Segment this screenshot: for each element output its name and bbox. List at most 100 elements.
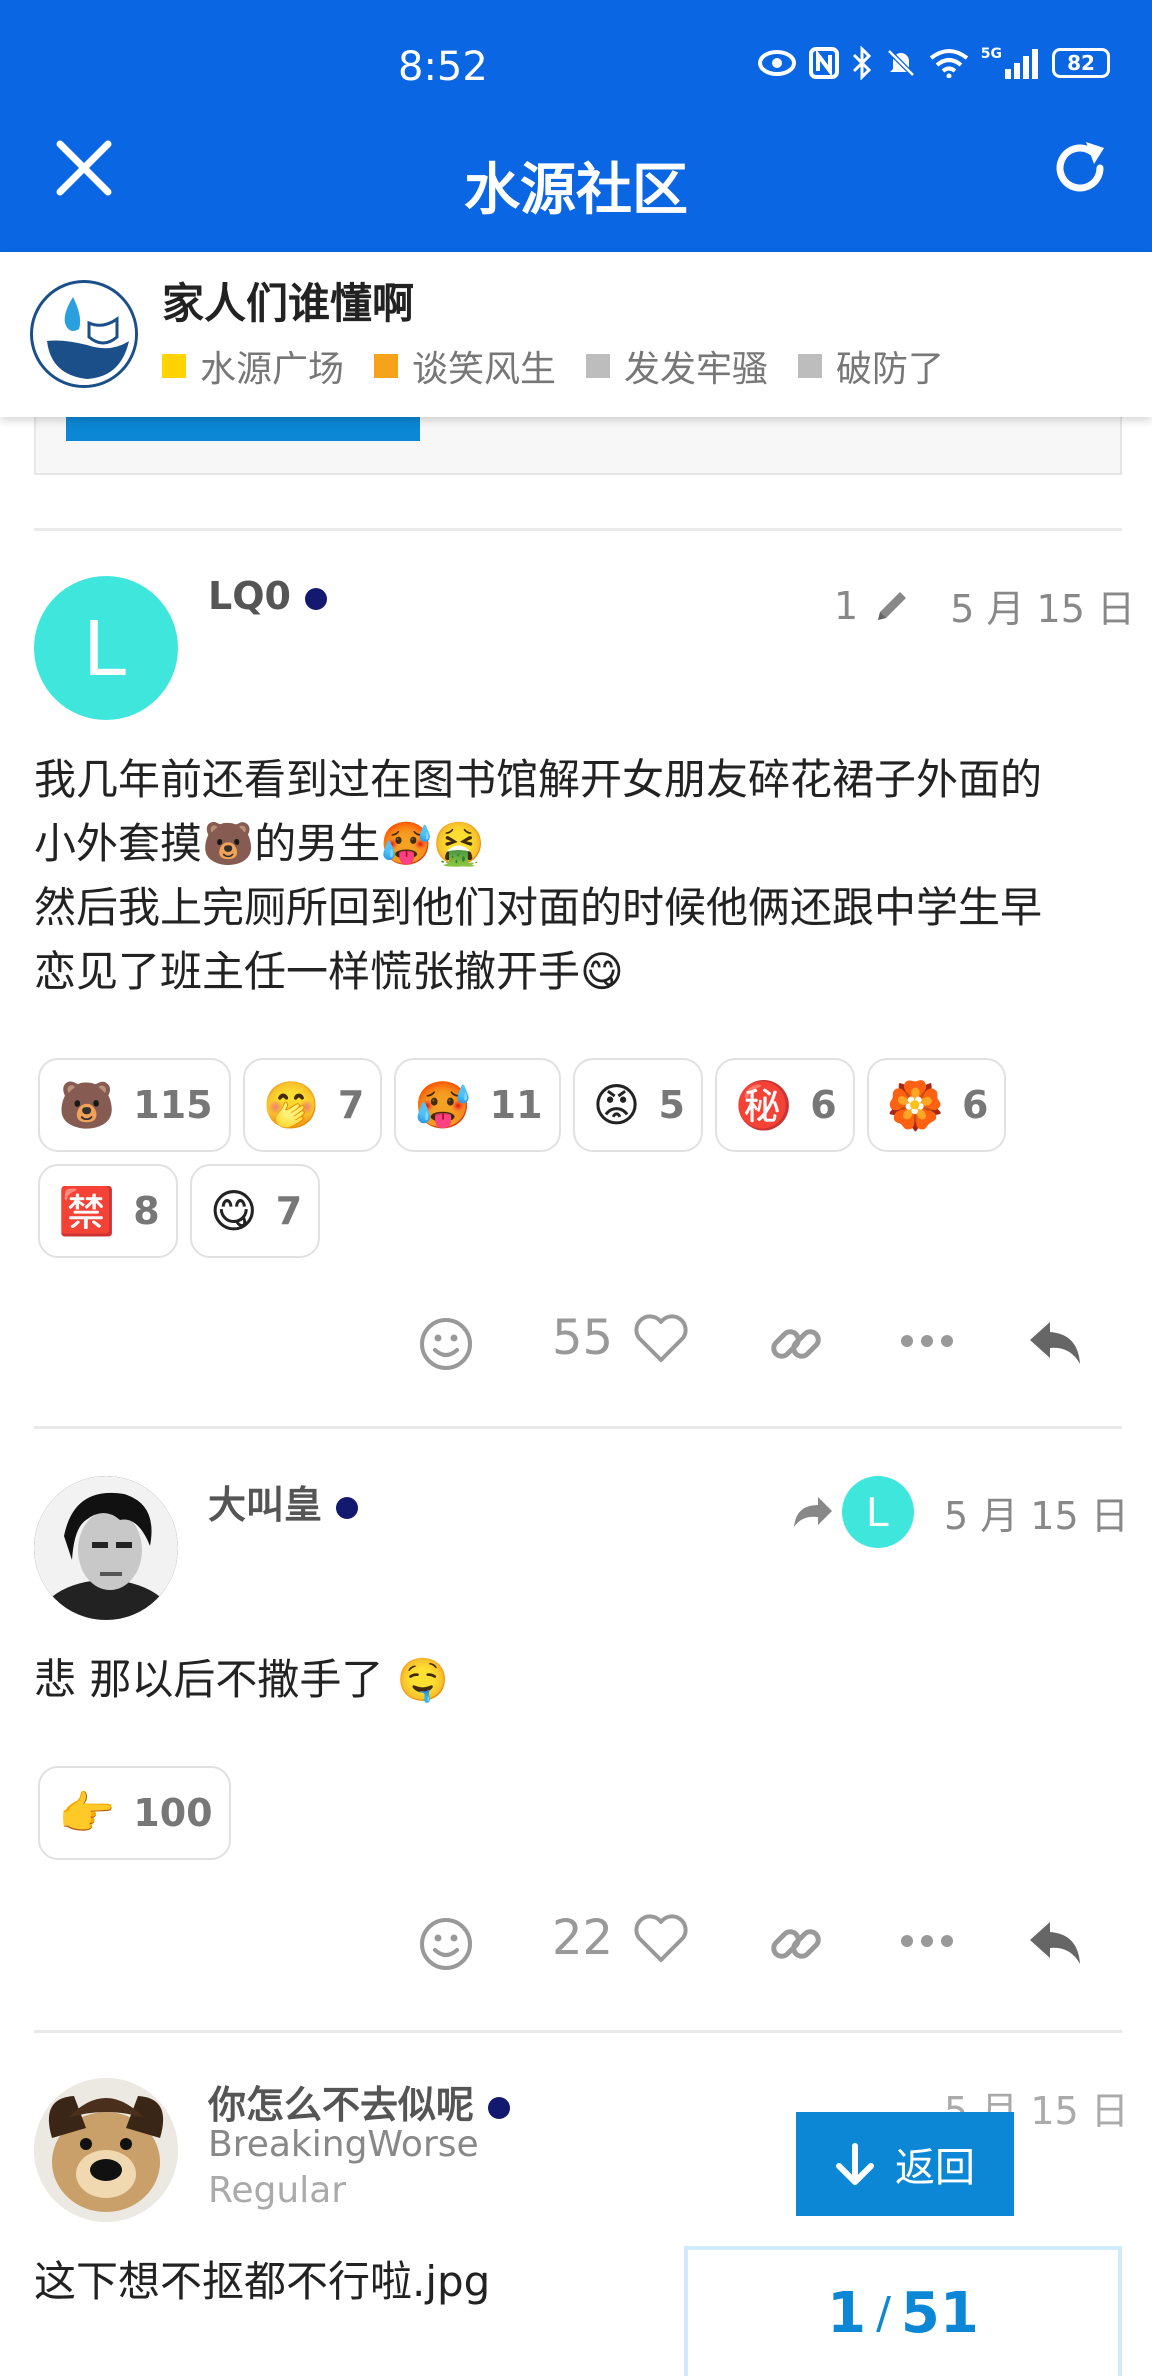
- reply-arrow-icon: [1030, 1922, 1080, 1964]
- pointing-hand-emoji-icon: 👉: [58, 1785, 116, 1840]
- like-button[interactable]: 55: [552, 1310, 689, 1366]
- pager-separator: /: [876, 2287, 891, 2339]
- post-body: 这下想不抠都不行啦.jpg: [34, 2250, 490, 2314]
- post-username[interactable]: 你怎么不去似呢: [208, 2074, 511, 2129]
- arrow-down-icon: [836, 2143, 874, 2185]
- avatar[interactable]: L: [34, 576, 178, 720]
- more-options-button[interactable]: [900, 1934, 954, 1948]
- reply-button[interactable]: [1026, 1318, 1084, 1368]
- refresh-icon: [1056, 142, 1104, 192]
- post-actions: 22: [0, 1908, 1152, 1988]
- reaction-button[interactable]: 🏵️ 6: [866, 1058, 1007, 1152]
- status-icons: 5G 82: [757, 46, 1110, 80]
- post-username[interactable]: LQ0: [208, 574, 327, 618]
- reaction-button[interactable]: 🤭 7: [242, 1058, 383, 1152]
- signal-icon: [1005, 49, 1038, 79]
- reaction-count: 5: [658, 1083, 685, 1127]
- username-text: LQ0: [208, 574, 291, 618]
- reply-to-arrow-icon[interactable]: [792, 1495, 834, 1529]
- like-count: 22: [552, 1910, 614, 1966]
- reply-arrow-icon: [1030, 1322, 1080, 1364]
- reaction-button[interactable]: 😡 5: [572, 1058, 703, 1152]
- ellipsis-icon: [901, 1935, 953, 1947]
- hand-over-mouth-emoji-icon: 🤭: [262, 1077, 320, 1132]
- app-title: 水源社区: [0, 130, 1152, 252]
- category-badge[interactable]: 破防了: [798, 340, 944, 392]
- post-divider: [34, 1426, 1122, 1429]
- like-count: 55: [552, 1310, 614, 1366]
- bluetooth-icon: [852, 46, 871, 80]
- eye-icon: [757, 50, 796, 76]
- reaction-count: 7: [275, 1189, 303, 1233]
- app-title-text: 水源社区: [464, 158, 688, 223]
- post-username[interactable]: 大叫皇: [208, 1474, 359, 1529]
- share-link-button[interactable]: [768, 1316, 824, 1372]
- post-text-line: 小外套摸🐻的男生🥵🤮: [34, 819, 485, 868]
- back-button[interactable]: 返回: [796, 2112, 1014, 2216]
- total-post-count: 51: [900, 2280, 979, 2346]
- post-meta: 1 5 月 15 日: [834, 578, 1135, 633]
- status-time: 8:52: [398, 44, 488, 90]
- mute-bell-icon: [886, 49, 915, 77]
- reaction-count: 6: [961, 1083, 989, 1127]
- reaction-count: 8: [133, 1189, 160, 1233]
- reaction-button[interactable]: 😋 7: [189, 1164, 321, 1258]
- username-text: 你怎么不去似呢: [208, 2083, 475, 2127]
- heart-icon: [634, 1314, 688, 1362]
- category-label: 发发牢骚: [624, 349, 769, 390]
- current-post-number: 1: [827, 2280, 867, 2346]
- username-text: 大叫皇: [208, 1483, 323, 1527]
- user-title: BreakingWorse: [208, 2124, 479, 2165]
- reply-button[interactable]: [1026, 1918, 1084, 1968]
- reaction-button[interactable]: 🥵 11: [394, 1058, 561, 1152]
- reaction-button[interactable]: 🐻 115: [38, 1058, 231, 1152]
- pencil-icon[interactable]: [872, 586, 912, 626]
- smiley-icon: [420, 1918, 472, 1970]
- water-drop-logo-icon: [35, 285, 135, 385]
- prohibited-emoji-icon: 🈲: [58, 1183, 116, 1238]
- reaction-button[interactable]: ㊙️ 6: [714, 1058, 855, 1152]
- more-options-button[interactable]: [900, 1334, 954, 1348]
- category-color-square: [586, 354, 611, 378]
- post-progress-indicator[interactable]: 1 / 51: [684, 2246, 1122, 2376]
- edit-count[interactable]: 1: [834, 584, 858, 628]
- category-color-square: [162, 354, 186, 378]
- yum-face-emoji-icon: 😋: [209, 1184, 258, 1238]
- avatar[interactable]: [34, 2078, 178, 2222]
- post-text-line: 这下想不抠都不行啦.jpg: [34, 2257, 491, 2306]
- like-button[interactable]: 22: [552, 1910, 689, 1966]
- reaction-count: 6: [810, 1083, 837, 1127]
- refresh-button[interactable]: [1040, 128, 1120, 208]
- post-text-line: 然后我上完厕所回到他们对面的时候他俩还跟中学生早: [34, 883, 1043, 932]
- add-reaction-button[interactable]: [418, 1316, 474, 1372]
- avatar-dog-photo-icon: [34, 2078, 178, 2222]
- reaction-count: 11: [489, 1083, 543, 1127]
- category-badge[interactable]: 发发牢骚: [586, 340, 768, 392]
- post-date[interactable]: 5 月 15 日: [950, 578, 1135, 633]
- angry-face-emoji-icon: 😡: [592, 1078, 641, 1132]
- online-status-dot: [304, 587, 327, 610]
- category-badge[interactable]: 谈笑风生: [374, 340, 556, 392]
- reaction-list: 🐻 115 🤭 7 🥵 11 😡 5 ㊙️ 6 🏵️ 6 🈲 8 😋 7: [38, 1058, 1108, 1258]
- battery-level: 82: [1067, 51, 1095, 75]
- post-meta: L 5 月 15 日: [792, 1476, 1129, 1548]
- status-bar: 8:52 5G 82: [0, 0, 1152, 130]
- reaction-list: 👉 100: [38, 1766, 1108, 1860]
- site-logo[interactable]: [30, 280, 138, 388]
- heart-icon: [634, 1914, 688, 1962]
- hot-face-emoji-icon: 🥵: [414, 1077, 472, 1132]
- share-link-button[interactable]: [768, 1916, 824, 1972]
- reaction-count: 7: [337, 1083, 365, 1127]
- category-badge[interactable]: 水源广场: [162, 340, 344, 392]
- category-color-square: [374, 354, 399, 378]
- online-status-dot: [336, 1496, 359, 1519]
- avatar[interactable]: [34, 1476, 178, 1620]
- ellipsis-icon: [901, 1335, 953, 1347]
- reply-to-avatar[interactable]: L: [842, 1476, 914, 1548]
- post-date[interactable]: 5 月 15 日: [944, 1485, 1129, 1540]
- topic-title[interactable]: 家人们谁懂啊: [162, 270, 414, 331]
- reaction-button[interactable]: 🈲 8: [38, 1164, 178, 1258]
- add-reaction-button[interactable]: [418, 1916, 474, 1972]
- battery-icon: 82: [1052, 48, 1110, 78]
- reaction-button[interactable]: 👉 100: [38, 1766, 231, 1860]
